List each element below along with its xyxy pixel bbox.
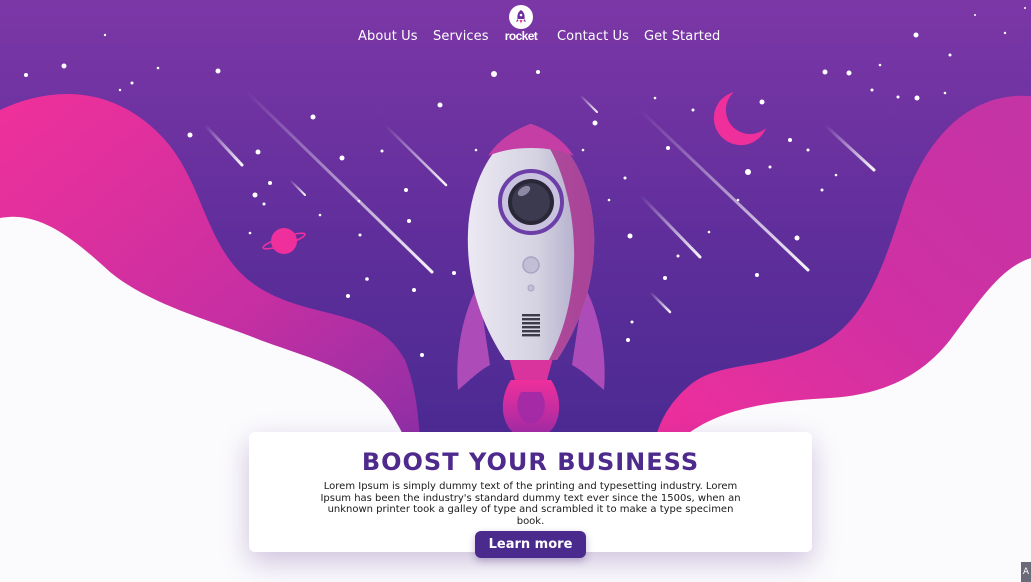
brand-wordmark: rocket [504,29,538,43]
nav-link-about-us[interactable]: About Us [358,29,418,44]
nav-link-get-started[interactable]: Get Started [644,29,720,44]
brand-logo[interactable]: rocket [501,5,541,45]
rocket-icon [509,5,533,29]
hero-description: Lorem Ipsum is simply dummy text of the … [320,481,741,527]
learn-more-button[interactable]: Learn more [475,531,586,558]
nav-link-services[interactable]: Services [433,29,489,44]
hero-title: BOOST YOUR BUSINESS [361,448,700,476]
rocket-nozzle [509,358,553,380]
hero-card: BOOST YOUR BUSINESS Lorem Ipsum is simpl… [249,432,812,558]
nav-link-contact-us[interactable]: Contact Us [557,29,629,44]
corner-widget[interactable]: A [1021,562,1031,582]
